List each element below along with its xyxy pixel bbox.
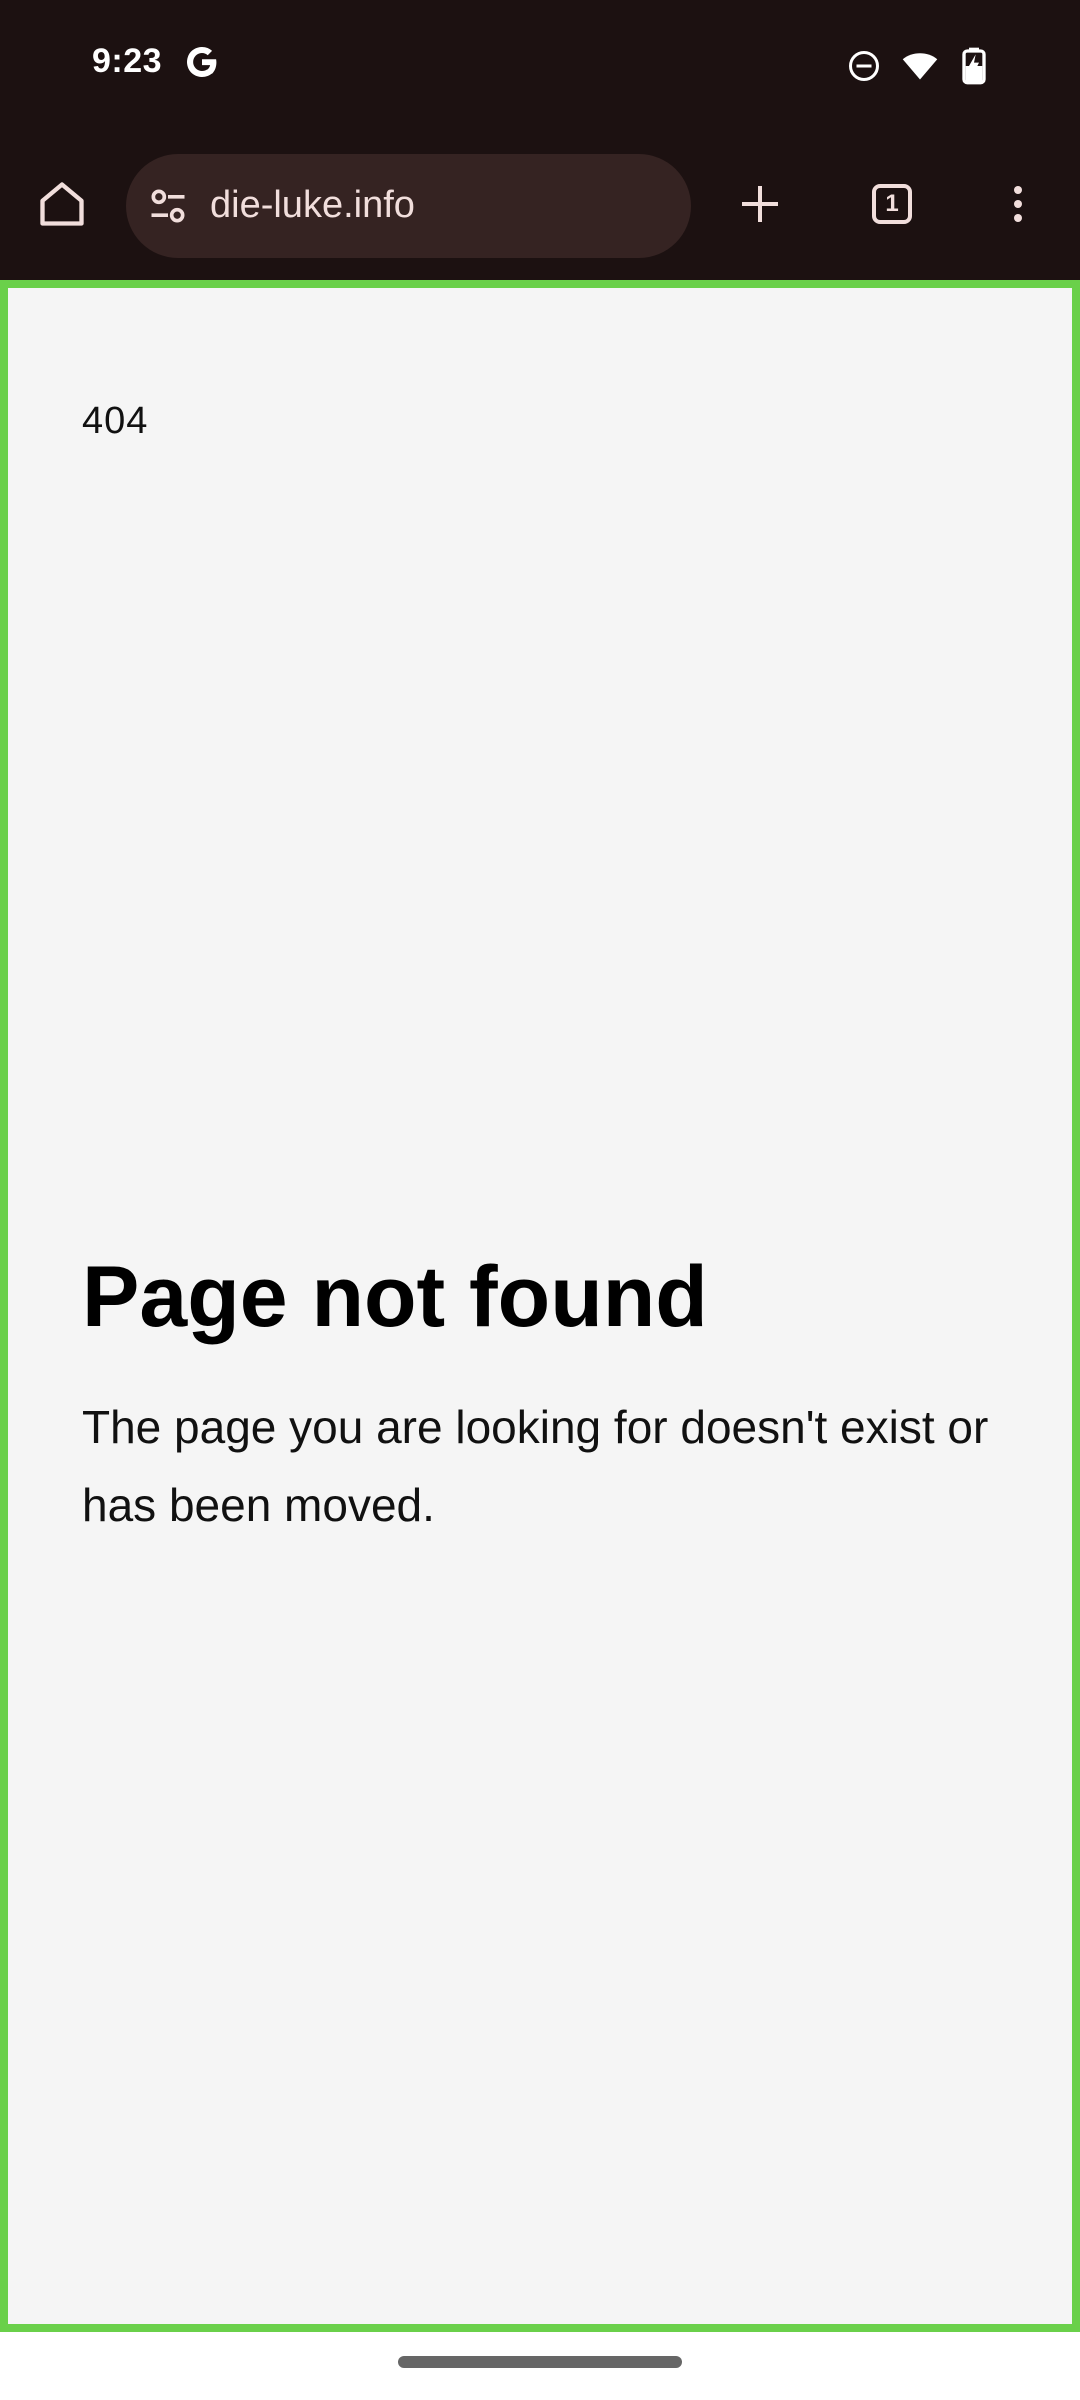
status-bar: 9:23 <box>0 0 1080 136</box>
home-icon <box>40 182 84 226</box>
url-text[interactable]: die-luke.info <box>210 184 415 227</box>
gesture-nav-bar <box>0 2332 1080 2400</box>
address-bar[interactable]: die-luke.info <box>126 154 691 258</box>
web-content: 404 Page not found The page you are look… <box>0 280 1080 2332</box>
tab-count: 1 <box>885 190 899 217</box>
google-g-icon <box>187 47 217 77</box>
more-vert-icon <box>1014 186 1022 222</box>
error-code: 404 <box>82 400 149 442</box>
home-button[interactable] <box>30 172 94 236</box>
new-tab-button[interactable] <box>728 172 792 236</box>
tab-switcher-button[interactable]: 1 <box>860 172 924 236</box>
status-icons <box>846 46 990 86</box>
page-title: Page not found <box>82 1249 708 1345</box>
plus-icon <box>742 186 778 222</box>
do-not-disturb-icon <box>849 51 879 81</box>
tab-switcher-icon: 1 <box>872 184 912 224</box>
gesture-handle[interactable] <box>398 2356 682 2368</box>
status-time: 9:23 <box>92 42 163 80</box>
tune-icon[interactable] <box>146 184 190 228</box>
battery-charging-icon <box>962 47 986 85</box>
error-description: The page you are looking for doesn't exi… <box>82 1401 989 1531</box>
browser-toolbar: die-luke.info 1 <box>0 136 1080 280</box>
more-menu-button[interactable] <box>986 172 1050 236</box>
wifi-icon <box>902 53 938 80</box>
